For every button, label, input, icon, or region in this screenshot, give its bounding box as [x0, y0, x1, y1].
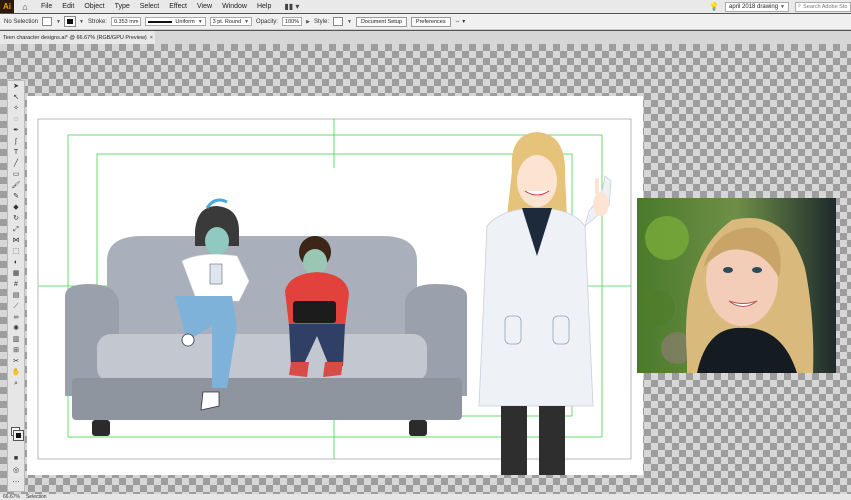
menu-effect[interactable]: Effect	[164, 3, 192, 10]
artboard-tool-icon[interactable]: ⊞	[8, 345, 24, 356]
shape-builder-tool-icon[interactable]: ◐	[8, 257, 24, 268]
free-transform-tool-icon[interactable]: ⬚	[8, 246, 24, 257]
line-tool-icon[interactable]: ╱	[8, 158, 24, 169]
lasso-tool-icon[interactable]: ◌	[8, 114, 24, 125]
zoom-level[interactable]: 66.67%	[3, 494, 20, 500]
profile-preview	[148, 20, 173, 23]
close-icon[interactable]: ×	[150, 35, 153, 41]
fill-dropdown-icon[interactable]: ▼	[56, 19, 61, 25]
search-icon: ⌕	[798, 3, 802, 9]
home-icon[interactable]: ⌂	[14, 2, 36, 12]
stroke-swatch[interactable]	[63, 16, 76, 27]
rectangle-tool-icon[interactable]: ▭	[8, 169, 24, 180]
selection-status: No Selection	[4, 18, 39, 25]
menu-help[interactable]: Help	[252, 3, 276, 10]
document-setup-button[interactable]: Document Setup	[355, 16, 407, 27]
tools-panel: ➤ ↖ ✧ ◌ ✒ ∫ T ╱ ▭ 🖌 ✎ ◆ ↻ ⤢ ⋈ ⬚ ◐ ▦ # ▤ …	[7, 80, 25, 492]
profile-label: Uniform	[175, 18, 195, 25]
brush-label: 3 pt. Round	[212, 18, 242, 25]
menu-select[interactable]: Select	[135, 3, 164, 10]
workspace-switcher[interactable]: april 2018 drawing ▼	[725, 1, 789, 12]
stroke-label[interactable]: Stroke:	[88, 19, 107, 25]
artwork	[37, 118, 632, 475]
search-field[interactable]: ⌕ Search Adobe Sto	[795, 1, 851, 12]
hand-tool-icon[interactable]: ✋	[8, 367, 24, 378]
fill-swatch[interactable]	[42, 17, 53, 26]
perspective-grid-tool-icon[interactable]: ▦	[8, 268, 24, 279]
opacity-label[interactable]: Opacity:	[256, 19, 278, 25]
eraser-tool-icon[interactable]: ◆	[8, 202, 24, 213]
reference-photo[interactable]	[637, 198, 836, 373]
curvature-tool-icon[interactable]: ∫	[8, 136, 24, 147]
ai-logo: Ai	[0, 0, 14, 13]
mesh-tool-icon[interactable]: #	[8, 279, 24, 290]
chevron-down-icon: ▼	[244, 18, 250, 25]
variable-width-profile[interactable]: Uniform ▼	[145, 17, 206, 26]
menu-type[interactable]: Type	[110, 3, 135, 10]
artboard[interactable]	[27, 96, 643, 475]
align-icon[interactable]: ⇔ ▾	[455, 18, 466, 25]
chevron-down-icon: ▼	[197, 18, 203, 25]
width-tool-icon[interactable]: ⋈	[8, 235, 24, 246]
eyedropper-tool-icon[interactable]: ⟋	[8, 301, 24, 312]
opacity-dropdown-icon[interactable]: ▶	[306, 19, 310, 25]
control-bar: No Selection ▼ ▼ Stroke: 0.353 mm Unifor…	[0, 14, 851, 30]
doctor-illustration	[478, 132, 612, 475]
menu-view[interactable]: View	[192, 3, 217, 10]
arrange-documents-icon[interactable]: ▮▮ ▾	[284, 2, 299, 11]
lightbulb-icon[interactable]: 💡	[709, 2, 719, 11]
menu-bar: Ai ⌂ File Edit Object Type Select Effect…	[0, 0, 851, 13]
brush-definition[interactable]: 3 pt. Round ▼	[209, 17, 253, 26]
scale-tool-icon[interactable]: ⤢	[8, 224, 24, 235]
blend-tool-icon[interactable]: ∞	[8, 312, 24, 323]
menu-file[interactable]: File	[36, 3, 57, 10]
menu-edit[interactable]: Edit	[57, 3, 79, 10]
preferences-button[interactable]: Preferences	[410, 16, 451, 27]
menu-window[interactable]: Window	[217, 3, 252, 10]
reference-photo-image	[637, 198, 836, 373]
draw-mode-icon[interactable]: ◎	[8, 465, 24, 476]
chevron-down-icon: ▼	[780, 3, 785, 10]
document-tab-title: Teen character designs.ai* @ 66.67% (RGB…	[3, 34, 147, 41]
menu-object[interactable]: Object	[79, 3, 109, 10]
pencil-tool-icon[interactable]: ✎	[8, 191, 24, 202]
stroke-color-icon[interactable]	[13, 430, 24, 441]
search-placeholder: Search Adobe Sto	[803, 3, 848, 10]
workspace-label: april 2018 drawing	[729, 3, 779, 10]
style-swatch[interactable]	[333, 17, 343, 26]
paintbrush-tool-icon[interactable]: 🖌	[8, 180, 24, 191]
gradient-tool-icon[interactable]: ▤	[8, 290, 24, 301]
menubar-right: 💡 april 2018 drawing ▼ ⌕ Search Adobe St…	[709, 0, 851, 13]
stroke-weight-field[interactable]: 0.353 mm	[110, 17, 142, 26]
style-label: Style:	[313, 18, 329, 25]
status-bar: 66.67% Selection	[0, 494, 851, 500]
rotate-tool-icon[interactable]: ↻	[8, 213, 24, 224]
zoom-tool-icon[interactable]: ⌕	[8, 378, 24, 389]
symbol-sprayer-tool-icon[interactable]: ✺	[8, 323, 24, 334]
sofa-illustration	[65, 236, 467, 436]
stroke-dropdown-icon[interactable]: ▼	[79, 19, 84, 25]
opacity-field[interactable]: 100%	[282, 17, 303, 26]
document-tab[interactable]: Teen character designs.ai* @ 66.67% (RGB…	[0, 31, 155, 44]
magic-wand-tool-icon[interactable]: ✧	[8, 103, 24, 114]
slice-tool-icon[interactable]: ✂	[8, 356, 24, 367]
style-dropdown-icon[interactable]: ▼	[347, 19, 352, 25]
document-tab-bar: Teen character designs.ai* @ 66.67% (RGB…	[0, 31, 851, 44]
column-graph-tool-icon[interactable]: ▥	[8, 334, 24, 345]
color-mode-icon[interactable]: ■	[8, 453, 24, 464]
current-tool: Selection	[25, 494, 47, 500]
more-tools-icon[interactable]: ⋯	[8, 477, 24, 488]
selection-tool-icon[interactable]: ➤	[8, 81, 24, 92]
type-tool-icon[interactable]: T	[8, 147, 24, 158]
direct-selection-tool-icon[interactable]: ↖	[8, 92, 24, 103]
pen-tool-icon[interactable]: ✒	[8, 125, 24, 136]
